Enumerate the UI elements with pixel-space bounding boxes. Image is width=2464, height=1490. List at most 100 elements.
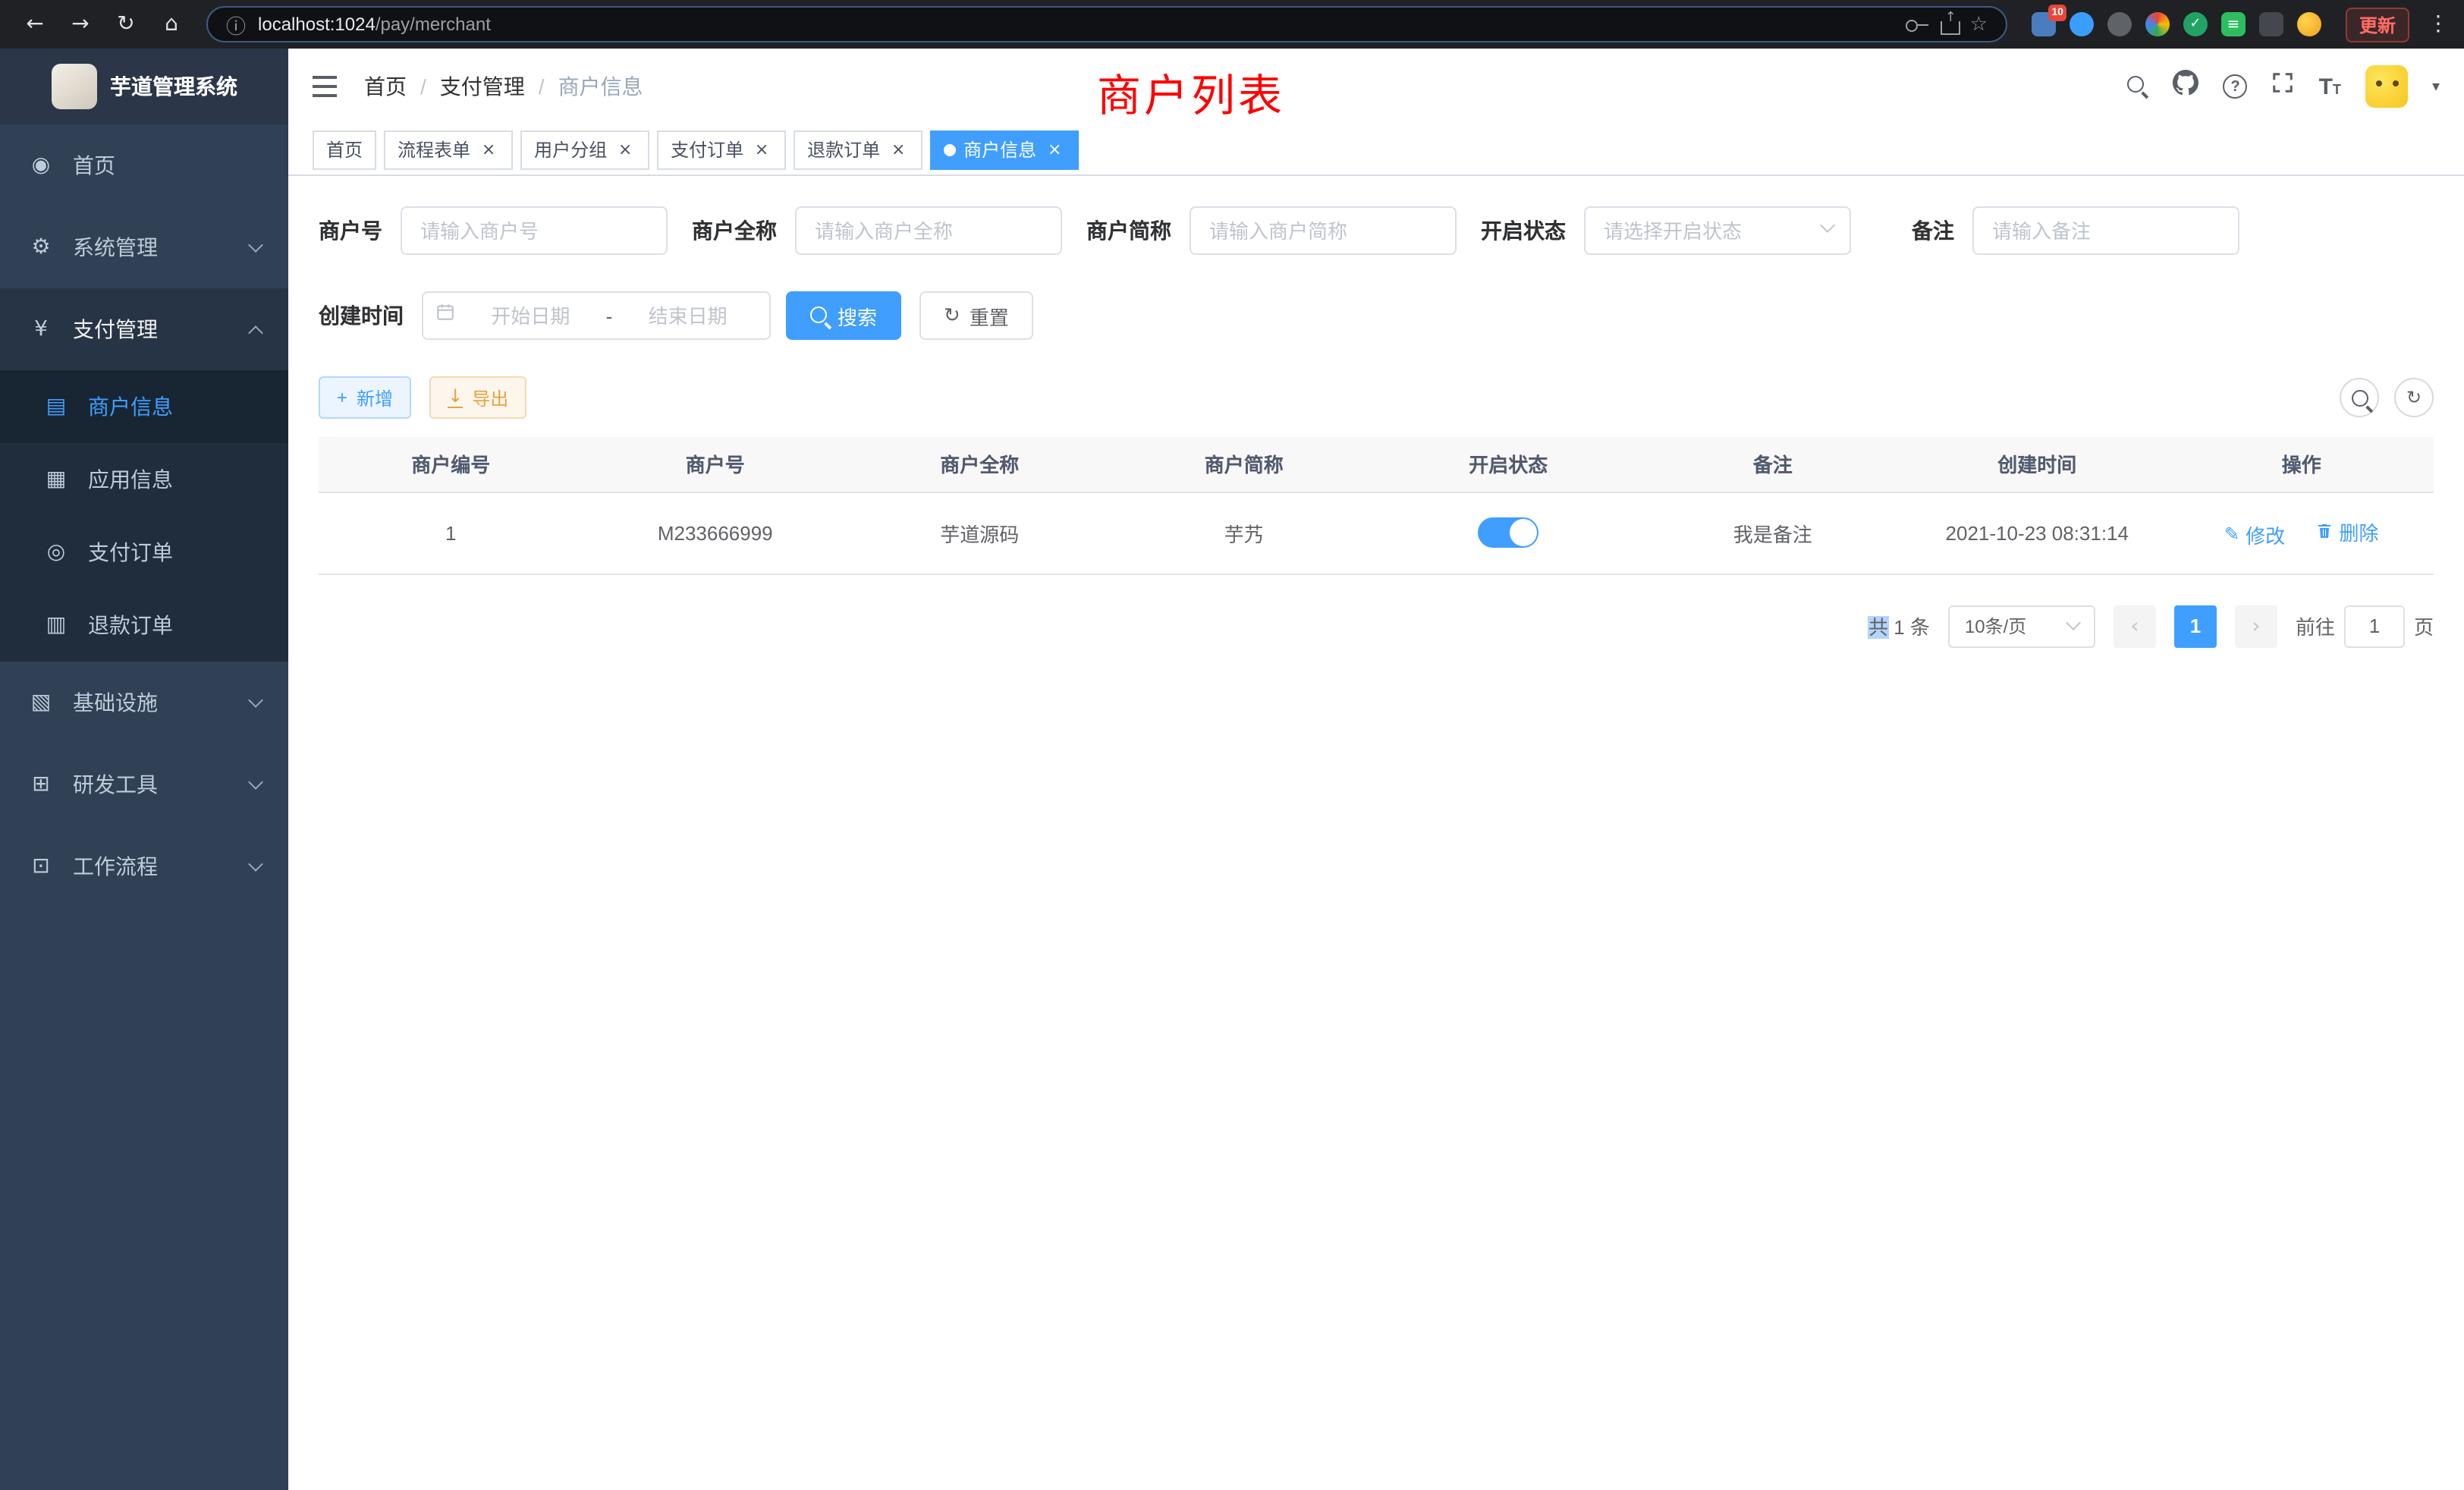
date-range-picker[interactable]: -	[422, 291, 771, 340]
merchant-short-input[interactable]	[1190, 206, 1457, 255]
start-date-input[interactable]	[461, 304, 600, 327]
sidebar-item-refund-order[interactable]: ▥ 退款订单	[0, 589, 288, 662]
goto-page-input[interactable]	[2344, 605, 2405, 647]
help-icon[interactable]: ?	[2224, 74, 2248, 99]
page-unit-label: 页	[2414, 611, 2434, 640]
filter-label: 备注	[1912, 215, 1954, 246]
breadcrumb-home[interactable]: 首页	[364, 71, 407, 102]
page-content: 商户号 商户全称 商户简称 开启状态	[288, 176, 2464, 1490]
delete-button[interactable]: 删除	[2315, 517, 2378, 545]
extension-icon[interactable]	[2145, 12, 2170, 36]
app-frame: 芋道管理系统 ◉ 首页 ⚙ 系统管理 ¥ 支付管理	[0, 49, 2464, 1490]
tab-home[interactable]: 首页	[313, 130, 376, 169]
app-logo[interactable]: 芋道管理系统	[0, 49, 288, 124]
yen-icon: ¥	[27, 317, 55, 341]
merchant-no-input[interactable]	[401, 206, 668, 255]
status-toggle[interactable]	[1478, 517, 1538, 548]
reset-button[interactable]: ↻重置	[919, 291, 1033, 340]
browser-menu-icon[interactable]: ⋮	[2428, 12, 2449, 36]
remark-input[interactable]	[1972, 206, 2239, 255]
gear-icon: ⚙	[27, 235, 55, 259]
github-icon[interactable]	[2173, 70, 2199, 103]
search-button-label: 搜索	[838, 301, 877, 330]
close-icon[interactable]: ×	[614, 139, 636, 160]
url-bar[interactable]: ⓘ localhost:1024/pay/merchant ☆	[206, 6, 2007, 42]
chevron-down-icon	[248, 237, 263, 252]
hamburger-icon[interactable]	[313, 76, 337, 97]
close-icon[interactable]: ×	[888, 139, 909, 160]
sidebar-item-dev-tools[interactable]: ⊞ 研发工具	[0, 743, 288, 825]
sidebar-item-pay-order[interactable]: ◎ 支付订单	[0, 516, 288, 589]
tab-process-form[interactable]: 流程表单×	[384, 130, 513, 169]
browser-update-button[interactable]: 更新	[2346, 7, 2409, 42]
sidebar-item-app-info[interactable]: ▦ 应用信息	[0, 443, 288, 516]
page-size-value: 10条/页	[1965, 613, 2026, 639]
close-icon[interactable]: ×	[478, 139, 499, 160]
sidebar-item-payment[interactable]: ¥ 支付管理	[0, 288, 288, 370]
breadcrumb: 首页 / 支付管理 / 商户信息	[364, 71, 643, 102]
export-button-label: 导出	[472, 385, 508, 410]
tab-pay-order[interactable]: 支付订单×	[657, 130, 786, 169]
extension-icon[interactable]	[2183, 12, 2208, 36]
fullscreen-icon[interactable]	[2272, 71, 2295, 102]
extension-badge: 10	[2048, 5, 2066, 21]
tab-label: 商户信息	[963, 137, 1036, 162]
close-icon[interactable]: ×	[751, 139, 772, 160]
search-button[interactable]: 搜索	[786, 291, 901, 340]
tab-user-group[interactable]: 用户分组×	[520, 130, 649, 169]
toggle-search-button[interactable]	[2340, 378, 2379, 417]
add-button[interactable]: +新增	[319, 376, 411, 419]
forward-icon[interactable]: →	[61, 12, 100, 36]
extension-icon[interactable]	[2221, 12, 2246, 36]
caret-down-icon[interactable]: ▾	[2432, 78, 2440, 95]
browser-home-icon[interactable]: ⌂	[152, 12, 191, 36]
prev-page-button[interactable]: ‹	[2114, 605, 2156, 647]
export-button[interactable]: ↓导出	[429, 376, 526, 419]
reset-button-label: 重置	[970, 301, 1009, 330]
breadcrumb-separator: /	[420, 74, 426, 99]
end-date-input[interactable]	[618, 304, 757, 327]
cell-full-name: 芋道源码	[847, 492, 1112, 574]
browser-toolbar: ← → ↻ ⌂ ⓘ localhost:1024/pay/merchant ☆ …	[0, 0, 2464, 49]
chevron-down-icon	[248, 692, 263, 707]
sidebar-item-system[interactable]: ⚙ 系统管理	[0, 206, 288, 288]
table-header: 开启状态	[1376, 437, 1641, 492]
filter-remark: 备注	[1912, 206, 2239, 255]
site-info-icon[interactable]: ⓘ	[226, 10, 246, 39]
tab-refund-order[interactable]: 退款订单×	[794, 130, 922, 169]
extension-icon[interactable]: 10	[2032, 12, 2056, 36]
user-avatar[interactable]	[2365, 65, 2408, 108]
search-icon[interactable]	[2128, 76, 2149, 97]
table-toolbar: +新增 ↓导出 ↻	[319, 376, 2434, 419]
status-select-input[interactable]	[1584, 206, 1851, 255]
table-header-row: 商户编号 商户号 商户全称 商户简称 开启状态 备注 创建时间 操作	[319, 437, 2434, 492]
font-size-icon[interactable]: TT	[2319, 74, 2341, 99]
bookmark-star-icon[interactable]: ☆	[1970, 13, 1988, 36]
extension-icon[interactable]	[2107, 12, 2132, 36]
sidebar-item-home[interactable]: ◉ 首页	[0, 124, 288, 206]
password-key-icon[interactable]	[1906, 17, 1929, 31]
extension-icon[interactable]	[2259, 12, 2283, 36]
breadcrumb-section[interactable]: 支付管理	[440, 71, 525, 102]
edit-button[interactable]: ✎修改	[2224, 520, 2285, 549]
page-size-select[interactable]: 10条/页	[1948, 605, 2095, 647]
profile-avatar-icon[interactable]	[2297, 12, 2321, 36]
status-select[interactable]	[1584, 206, 1851, 255]
tab-merchant-info[interactable]: 商户信息 ×	[930, 130, 1079, 169]
reload-icon[interactable]: ↻	[106, 12, 146, 36]
back-icon[interactable]: ←	[15, 12, 55, 36]
filter-create-time: 创建时间 -	[319, 291, 771, 340]
sidebar-item-infrastructure[interactable]: ▧ 基础设施	[0, 662, 288, 743]
delete-label: 删除	[2339, 517, 2378, 545]
sidebar-item-workflow[interactable]: ⊡ 工作流程	[0, 825, 288, 907]
close-icon[interactable]: ×	[1044, 139, 1065, 160]
extension-icon[interactable]	[2070, 12, 2094, 36]
sidebar-item-merchant-info[interactable]: ▤ 商户信息	[0, 370, 288, 443]
merchant-name-input[interactable]	[795, 206, 1062, 255]
logo-image	[51, 64, 96, 109]
refresh-table-button[interactable]: ↻	[2394, 378, 2434, 417]
next-page-button[interactable]: ›	[2235, 605, 2277, 647]
sidebar-item-label: 基础设施	[73, 687, 232, 718]
share-icon[interactable]	[1941, 14, 1958, 34]
page-button-1[interactable]: 1	[2174, 605, 2217, 647]
